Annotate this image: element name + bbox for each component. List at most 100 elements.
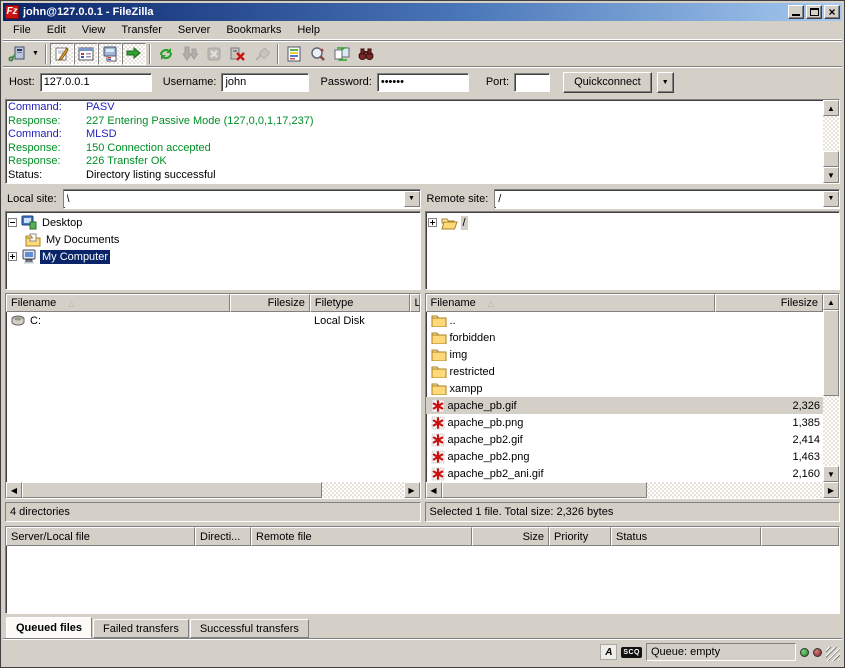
- remote-file-row[interactable]: apache_pb2.gif 2,414: [426, 431, 824, 448]
- speed-limit-indicator-icon: SCQ: [621, 647, 642, 658]
- minimize-button[interactable]: [788, 5, 804, 19]
- refresh-button[interactable]: [154, 43, 178, 65]
- synchronized-browsing-button[interactable]: [330, 43, 354, 65]
- remote-file-row[interactable]: ..: [426, 312, 824, 329]
- find-files-button[interactable]: [354, 43, 378, 65]
- local-site-combobox[interactable]: ▼: [63, 189, 421, 209]
- toggle-remote-tree-button[interactable]: [98, 43, 122, 65]
- scroll-left-icon[interactable]: ◀: [6, 482, 22, 498]
- remote-file-row[interactable]: xampp: [426, 380, 824, 397]
- remote-file-row[interactable]: forbidden: [426, 329, 824, 346]
- remote-site-combobox[interactable]: ▼: [494, 189, 840, 209]
- tree-item-desktop[interactable]: Desktop: [8, 214, 418, 231]
- remote-site-input[interactable]: [495, 191, 823, 207]
- scroll-left-icon[interactable]: ◀: [426, 482, 442, 498]
- menu-bookmarks[interactable]: Bookmarks: [218, 22, 289, 38]
- column-header-filesize[interactable]: Filesize: [230, 294, 310, 312]
- reconnect-button[interactable]: [250, 43, 274, 65]
- local-pane: Local site: ▼ Desktop: [5, 188, 421, 522]
- column-header-filesize[interactable]: Filesize: [715, 294, 823, 312]
- expand-icon[interactable]: [428, 218, 437, 227]
- filter-button[interactable]: [282, 43, 306, 65]
- column-header-priority[interactable]: Priority: [549, 527, 611, 546]
- remote-file-row[interactable]: restricted: [426, 363, 824, 380]
- menu-server[interactable]: Server: [170, 22, 218, 38]
- password-input[interactable]: [377, 73, 469, 92]
- menu-transfer[interactable]: Transfer: [113, 22, 170, 38]
- toggle-message-log-button[interactable]: [50, 43, 74, 65]
- local-file-list: Filename△ Filesize Filetype L: [5, 293, 421, 499]
- column-header-filename[interactable]: Filename△: [6, 294, 230, 312]
- scrollbar-thumb[interactable]: [823, 310, 839, 396]
- scroll-down-icon[interactable]: ▼: [823, 167, 839, 183]
- log-line: Response:150 Connection accepted: [8, 142, 821, 156]
- menu-view[interactable]: View: [74, 22, 114, 38]
- remote-file-row[interactable]: apache_pb2.png 1,463: [426, 448, 824, 465]
- local-file-row[interactable]: C: Local Disk: [6, 312, 420, 329]
- local-site-input[interactable]: [64, 191, 404, 207]
- binoculars-icon: [358, 46, 374, 62]
- column-header-size[interactable]: Size: [472, 527, 549, 546]
- local-site-dropdown[interactable]: ▼: [404, 191, 420, 207]
- column-header-server-local-file[interactable]: Server/Local file: [6, 527, 195, 546]
- scrollbar-thumb[interactable]: [823, 151, 839, 167]
- close-icon: ×: [828, 7, 835, 17]
- host-input[interactable]: [40, 73, 152, 92]
- remote-file-row[interactable]: apache_pb2_ani.gif 2,160: [426, 465, 824, 482]
- site-manager-button[interactable]: [5, 43, 29, 65]
- directory-comparison-button[interactable]: [306, 43, 330, 65]
- tab-queued-files[interactable]: Queued files: [6, 617, 92, 638]
- scroll-down-icon[interactable]: ▼: [823, 466, 839, 482]
- scroll-right-icon[interactable]: ▶: [823, 482, 839, 498]
- cancel-operation-button[interactable]: [202, 43, 226, 65]
- local-site-row: Local site: ▼: [5, 188, 421, 209]
- menu-help[interactable]: Help: [289, 22, 328, 38]
- remote-file-row[interactable]: apache_pb.png 1,385: [426, 414, 824, 431]
- port-input[interactable]: [514, 73, 550, 92]
- column-header-status[interactable]: Status: [611, 527, 761, 546]
- remote-file-row-selected[interactable]: apache_pb.gif 2,326: [426, 397, 824, 414]
- message-log: Command:PASV Response:227 Entering Passi…: [5, 99, 840, 184]
- local-horizontal-scrollbar[interactable]: ◀ ▶: [6, 482, 420, 498]
- column-header-remote-file[interactable]: Remote file: [251, 527, 472, 546]
- scroll-right-icon[interactable]: ▶: [404, 482, 420, 498]
- resize-grip[interactable]: [826, 647, 840, 661]
- tab-failed-transfers[interactable]: Failed transfers: [93, 619, 189, 638]
- log-vertical-scrollbar[interactable]: ▲ ▼: [823, 100, 839, 183]
- remote-file-row[interactable]: img: [426, 346, 824, 363]
- column-header-direction[interactable]: Directi...: [195, 527, 251, 546]
- disconnect-button[interactable]: [226, 43, 250, 65]
- remote-vertical-scrollbar[interactable]: ▲ ▼: [823, 294, 839, 482]
- column-header-filename[interactable]: Filename△: [426, 294, 716, 312]
- title-bar[interactable]: Fz john@127.0.0.1 - FileZilla ×: [3, 3, 842, 21]
- tree-item-my-documents[interactable]: My Documents: [8, 231, 418, 248]
- remote-horizontal-scrollbar[interactable]: ◀ ▶: [426, 482, 840, 498]
- remote-file-list: Filename△ Filesize .. forbidden: [425, 293, 841, 499]
- local-file-list-body: C: Local Disk: [6, 312, 420, 482]
- menu-edit[interactable]: Edit: [39, 22, 74, 38]
- scrollbar-thumb[interactable]: [442, 482, 647, 498]
- scroll-up-icon[interactable]: ▲: [823, 294, 839, 310]
- expand-icon[interactable]: [8, 252, 17, 261]
- collapse-icon[interactable]: [8, 218, 17, 227]
- maximize-button[interactable]: [806, 5, 822, 19]
- quickconnect-button[interactable]: Quickconnect: [563, 72, 652, 93]
- process-queue-button[interactable]: [178, 43, 202, 65]
- close-button[interactable]: ×: [824, 5, 840, 19]
- scrollbar-thumb[interactable]: [22, 482, 322, 498]
- site-manager-dropdown[interactable]: ▼: [29, 43, 42, 65]
- column-header-filetype[interactable]: Filetype: [310, 294, 410, 312]
- quickconnect-dropdown[interactable]: ▼: [657, 72, 674, 93]
- menu-file[interactable]: File: [5, 22, 39, 38]
- username-input[interactable]: [221, 73, 309, 92]
- toggle-local-tree-button[interactable]: [74, 43, 98, 65]
- tree-item-root[interactable]: /: [428, 214, 838, 231]
- remote-site-dropdown[interactable]: ▼: [823, 191, 839, 207]
- message-log-lines: Command:PASV Response:227 Entering Passi…: [6, 100, 823, 183]
- tree-item-my-computer[interactable]: My Computer: [8, 248, 418, 265]
- scroll-up-icon[interactable]: ▲: [823, 100, 839, 116]
- folder-icon: [431, 365, 447, 378]
- column-header-last-modified[interactable]: L: [410, 294, 420, 312]
- toggle-queue-button[interactable]: [122, 43, 146, 65]
- tab-successful-transfers[interactable]: Successful transfers: [190, 619, 309, 638]
